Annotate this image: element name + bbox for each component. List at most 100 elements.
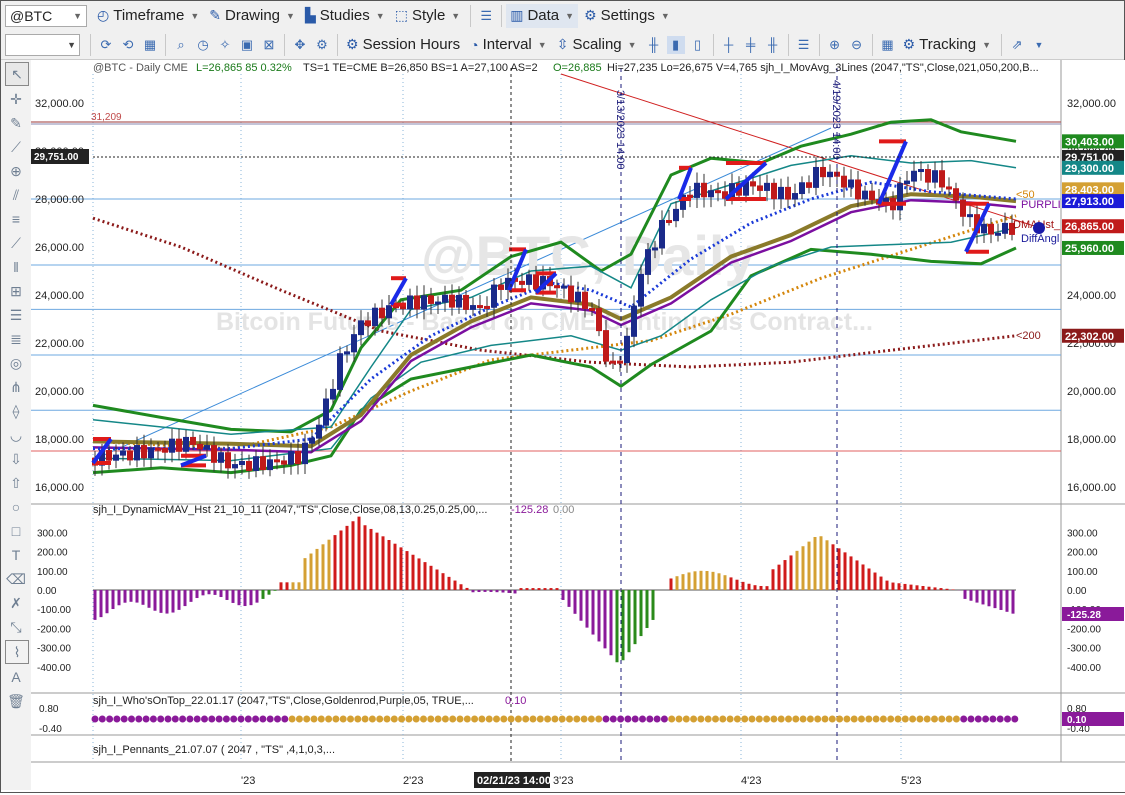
speed-lines-icon[interactable]: ⟠: [5, 400, 27, 422]
whos-on-top-dot: [390, 715, 398, 723]
fib-icon[interactable]: ☰: [5, 304, 27, 326]
interval-menu[interactable]: ◔ Interval ▼: [466, 33, 551, 57]
horizontal-line-icon[interactable]: ⊕: [5, 160, 27, 182]
spiral-icon[interactable]: ◎: [5, 352, 27, 374]
right-tick-label: 16,000.00: [1067, 482, 1116, 494]
panel1-right-tick: 300.00: [1067, 528, 1098, 539]
candle-body: [337, 353, 343, 390]
panel1-left-tick: 100.00: [37, 567, 68, 578]
chart-area[interactable]: @BTC, Daily Bitcoin Futures - Based on C…: [31, 60, 1125, 792]
layout-icon[interactable]: ☰: [477, 7, 495, 25]
ellipse-icon[interactable]: ○: [5, 496, 27, 518]
overflow-menu-icon[interactable]: ▼: [1030, 36, 1048, 54]
candle-body: [351, 334, 357, 353]
timeframe-menu[interactable]: ◴ Timeframe ▼: [93, 4, 203, 28]
whos-on-top-dot: [631, 715, 639, 723]
whos-on-top-dot: [186, 715, 194, 723]
bar-spacing-narrow-icon[interactable]: ╪: [742, 36, 760, 54]
right-value-label: 22,302.00: [1065, 331, 1114, 343]
trendline-icon[interactable]: ⟋: [5, 136, 27, 158]
arrow-down-icon[interactable]: ⇩: [5, 448, 27, 470]
grid-icon[interactable]: ▦: [141, 36, 159, 54]
bar-spacing-icon[interactable]: ┼: [720, 36, 738, 54]
whos-on-top-dot: [427, 715, 435, 723]
settings-small-icon[interactable]: ⚙: [313, 36, 331, 54]
ohlc-bars-icon[interactable]: ╫: [645, 36, 663, 54]
workspace-select[interactable]: ▼: [5, 33, 80, 56]
whos-on-top-dot: [785, 715, 792, 723]
candle-body: [456, 294, 462, 308]
snap-icon[interactable]: ⤡: [5, 616, 27, 638]
zoom-out-icon[interactable]: ⊖: [848, 36, 866, 54]
arc-icon[interactable]: ◡: [5, 424, 27, 446]
magic-icon[interactable]: ✧: [216, 36, 234, 54]
gann-icon[interactable]: ⊞: [5, 280, 27, 302]
candle-body: [757, 185, 763, 191]
zoom-in-icon[interactable]: ⊕: [826, 36, 844, 54]
candle-body: [813, 166, 819, 188]
candle-body: [113, 454, 119, 461]
annotation-icon[interactable]: A: [5, 666, 27, 688]
hollow-candle-icon[interactable]: ▯: [689, 36, 707, 54]
add-chart-icon[interactable]: ⇗: [1008, 36, 1026, 54]
crosshair-icon[interactable]: ✥: [291, 36, 309, 54]
vertical-lines-icon[interactable]: ‖: [5, 256, 27, 278]
chevron-down-icon: ▼: [375, 10, 385, 21]
arrow-up-icon[interactable]: ⇧: [5, 472, 27, 494]
fib-extension-icon[interactable]: ≣: [5, 328, 27, 350]
crosshair-tool-icon[interactable]: ✛: [5, 88, 27, 110]
remove-drawings-icon[interactable]: ✗: [5, 592, 27, 614]
studies-menu[interactable]: ▙ Studies ▼: [301, 4, 389, 28]
candle-body: [386, 305, 392, 319]
whos-on-top-dot: [471, 715, 479, 723]
whos-on-top-dot: [595, 715, 603, 723]
bar-spacing-wide-icon[interactable]: ╫: [764, 36, 782, 54]
style-menu[interactable]: ⬚ Style ▼: [391, 4, 465, 28]
candle-body: [652, 247, 658, 251]
candle-body: [463, 294, 469, 310]
delete-icon[interactable]: 🗑: [5, 690, 27, 712]
rectangle-icon[interactable]: □: [5, 520, 27, 542]
candlestick-icon[interactable]: ▮: [666, 35, 685, 54]
whos-on-top-dot: [325, 715, 333, 723]
candle-body: [281, 460, 287, 465]
pencil-tool-icon[interactable]: ✎: [5, 112, 27, 134]
candle-body: [589, 307, 595, 311]
whos-on-top-dot: [1011, 715, 1019, 723]
refresh-icon[interactable]: ⟳: [97, 36, 115, 54]
panel-layout-icon[interactable]: ☰: [795, 36, 813, 54]
highlight-icon[interactable]: ⌇: [5, 640, 29, 664]
whos-on-top-dot: [347, 715, 354, 723]
pointer-icon[interactable]: ↖: [5, 62, 29, 86]
data-window-icon[interactable]: ▦: [879, 36, 897, 54]
parallel-lines-icon[interactable]: ≡: [5, 208, 27, 230]
text-tool-icon[interactable]: T: [5, 544, 27, 566]
candle-body: [659, 219, 665, 249]
ray-icon[interactable]: ⟋: [5, 232, 27, 254]
candle-body: [435, 301, 441, 305]
find-icon[interactable]: ⌕: [172, 36, 190, 54]
candle-body: [785, 186, 791, 200]
scaling-menu[interactable]: ⇳ Scaling ▼: [553, 33, 641, 57]
whos-on-top-dot: [704, 715, 712, 723]
eraser-icon[interactable]: ⌫: [5, 568, 27, 590]
symbol-input[interactable]: @BTC ▼: [5, 4, 87, 27]
settings-menu[interactable]: ⚙ Settings ▼: [580, 4, 674, 28]
candle-body: [372, 307, 378, 327]
panel1-right-tick: -400.00: [1067, 663, 1101, 674]
candle-body: [638, 273, 644, 307]
image-icon[interactable]: ▣: [238, 36, 256, 54]
channel-icon[interactable]: ⫽: [5, 184, 27, 206]
timer-icon[interactable]: ◷: [194, 36, 212, 54]
data-menu[interactable]: ▥ Data ▼: [506, 3, 579, 28]
drawing-menu[interactable]: ✎ Drawing ▼: [205, 4, 299, 28]
panel2-value: 0.10: [505, 695, 526, 707]
tracking-menu[interactable]: ⚙ Tracking ▼: [899, 33, 995, 57]
whos-on-top-dot: [996, 715, 1004, 723]
zoom-icon[interactable]: ⊠: [260, 36, 278, 54]
right-tick-label: 20,000.00: [1067, 386, 1116, 398]
chart-canvas[interactable]: @BTC, Daily Bitcoin Futures - Based on C…: [31, 60, 1125, 792]
pitchfork-icon[interactable]: ⋔: [5, 376, 27, 398]
reload-icon[interactable]: ⟲: [119, 36, 137, 54]
session-hours-button[interactable]: ⚙ Session Hours: [342, 33, 464, 57]
